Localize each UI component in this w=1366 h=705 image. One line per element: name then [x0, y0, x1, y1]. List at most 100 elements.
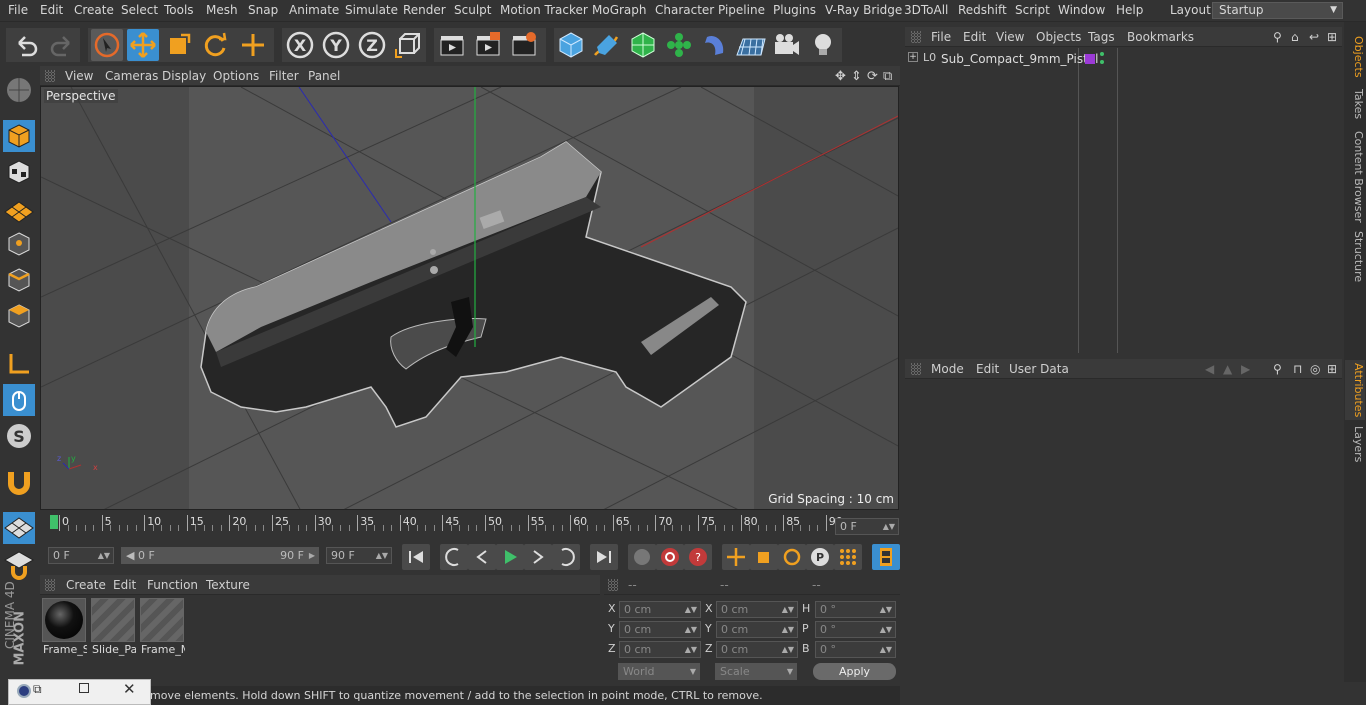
coord-position-field[interactable]: 0 cm ▲▼ — [619, 641, 701, 658]
menu-sculpt[interactable]: Sculpt — [454, 3, 491, 17]
record-active-button[interactable] — [628, 544, 656, 570]
material-menu-edit[interactable]: Edit — [113, 578, 136, 592]
workplane-mode-button[interactable] — [3, 192, 35, 224]
key-pla-button[interactable] — [834, 544, 862, 570]
end-frame-field[interactable]: 90 F ▲▼ — [326, 547, 392, 564]
key-parameter-button[interactable]: P — [806, 544, 834, 570]
deformer-button[interactable] — [699, 29, 731, 61]
menu-simulate[interactable]: Simulate — [345, 3, 398, 17]
menu-motion-tracker[interactable]: Motion Tracker — [500, 3, 588, 17]
viewport-menu-filter[interactable]: Filter — [269, 69, 299, 83]
object-menu-objects[interactable]: Objects — [1036, 30, 1081, 44]
scale-button[interactable] — [163, 29, 195, 61]
floor-button[interactable] — [735, 29, 767, 61]
restore-icon[interactable]: ⧉ — [33, 682, 42, 697]
coord-size-field[interactable]: 0 cm ▲▼ — [716, 601, 798, 618]
spinner-icon[interactable]: ▲▼ — [880, 642, 892, 657]
lock-icon[interactable]: ⊓ — [1293, 362, 1302, 376]
object-menu-file[interactable]: File — [931, 30, 951, 44]
autokey-button[interactable] — [656, 544, 684, 570]
attribute-menu-edit[interactable]: Edit — [976, 362, 999, 376]
keyframe-selection-button[interactable]: ? — [684, 544, 712, 570]
goto-end-button[interactable] — [590, 544, 618, 570]
viewport-maximize-icon[interactable]: ⧉ — [883, 69, 892, 84]
object-menu-bookmarks[interactable]: Bookmarks — [1127, 30, 1194, 44]
menu-vray-bridge[interactable]: V-Ray Bridge — [825, 3, 902, 17]
range-right-arrow-icon[interactable]: ▶ — [309, 548, 315, 563]
coord-position-field[interactable]: 0 cm ▲▼ — [619, 601, 701, 618]
menu-edit[interactable]: Edit — [40, 3, 63, 17]
spinner-icon[interactable]: ▲▼ — [782, 602, 794, 617]
viewport-nav-move-icon[interactable]: ✥ — [835, 69, 846, 84]
grip-icon[interactable] — [911, 363, 921, 375]
grip-icon[interactable] — [45, 70, 55, 82]
axis-mode-button[interactable] — [3, 348, 35, 380]
snap-button[interactable] — [3, 466, 35, 498]
menu-character[interactable]: Character — [655, 3, 714, 17]
viewport-nav-zoom-icon[interactable]: ⇕ — [851, 69, 862, 84]
rotate-button[interactable] — [199, 29, 231, 61]
material-tag-icon[interactable] — [1085, 54, 1095, 64]
viewport-menu-cameras[interactable]: Cameras — [105, 69, 158, 83]
menu-redshift[interactable]: Redshift — [958, 3, 1007, 17]
polygons-mode-button[interactable] — [3, 300, 35, 332]
prev-frame-button[interactable] — [468, 544, 496, 570]
maximize-icon[interactable] — [79, 683, 89, 693]
close-icon[interactable]: ✕ — [123, 680, 136, 698]
tab-structure[interactable]: Structure — [1345, 222, 1365, 292]
layout-select[interactable]: Startup ▼ — [1212, 2, 1343, 19]
editor-visibility-dot[interactable] — [1100, 52, 1104, 56]
viewport-menu-display[interactable]: Display — [162, 69, 206, 83]
spinner-icon[interactable]: ▲▼ — [685, 602, 697, 617]
coord-mode-select[interactable]: World ▼ — [618, 663, 700, 680]
subdivision-button[interactable] — [627, 29, 659, 61]
object-name[interactable]: Sub_Compact_9mm_Pistol — [941, 52, 1098, 66]
grip-icon[interactable] — [608, 579, 618, 591]
menu-help[interactable]: Help — [1116, 3, 1143, 17]
menu-file[interactable]: File — [8, 3, 28, 17]
viewport-nav-rotate-icon[interactable]: ⟳ — [867, 69, 878, 84]
spinner-icon[interactable]: ▲▼ — [98, 548, 110, 563]
render-settings-button[interactable] — [508, 29, 540, 61]
up-arrow-icon[interactable]: ▲ — [1223, 362, 1232, 376]
coord-rotation-field[interactable]: 0 ° ▲▼ — [815, 641, 896, 658]
attribute-menu-mode[interactable]: Mode — [931, 362, 964, 376]
render-visibility-dot[interactable] — [1100, 60, 1104, 64]
object-row[interactable]: + L0 Sub_Compact_9mm_Pistol — [905, 51, 1342, 69]
pen-spline-button[interactable] — [591, 29, 623, 61]
menu-script[interactable]: Script — [1015, 3, 1050, 17]
spinner-icon[interactable]: ▲▼ — [880, 602, 892, 617]
coord-rotation-field[interactable]: 0 ° ▲▼ — [815, 621, 896, 638]
menu-window[interactable]: Window — [1058, 3, 1105, 17]
menu-pipeline[interactable]: Pipeline — [718, 3, 765, 17]
material-swatch[interactable] — [140, 598, 184, 642]
search-icon[interactable]: ⚲ — [1273, 362, 1282, 376]
coord-size-field[interactable]: 0 cm ▲▼ — [716, 641, 798, 658]
material-menu-texture[interactable]: Texture — [206, 578, 250, 592]
redo-button[interactable] — [46, 29, 78, 61]
viewport-menu-panel[interactable]: Panel — [308, 69, 340, 83]
viewport-perspective[interactable]: y x z Perspective Grid Spacing : 10 cm — [40, 86, 899, 510]
menu-animate[interactable]: Animate — [289, 3, 339, 17]
tab-attributes[interactable]: Attributes — [1345, 360, 1365, 420]
key-scale-button[interactable] — [750, 544, 778, 570]
tweak-mode-button[interactable] — [3, 384, 35, 416]
coord-size-field[interactable]: 0 cm ▲▼ — [716, 621, 798, 638]
material-menu-create[interactable]: Create — [66, 578, 106, 592]
spinner-icon[interactable]: ▲▼ — [685, 622, 697, 637]
points-mode-button[interactable] — [3, 228, 35, 260]
tab-layers[interactable]: Layers — [1345, 422, 1365, 467]
new-panel-icon[interactable]: ⊞ — [1327, 362, 1337, 376]
texture-mode-button[interactable] — [3, 156, 35, 188]
object-menu-view[interactable]: View — [996, 30, 1024, 44]
live-selection-button[interactable] — [91, 29, 123, 61]
coord-position-field[interactable]: 0 cm ▲▼ — [619, 621, 701, 638]
search-icon[interactable]: ⚲ — [1273, 30, 1282, 44]
menu-3dtoall[interactable]: 3DToAll — [904, 3, 948, 17]
viewport-camera-label[interactable]: Perspective — [44, 89, 118, 103]
solo-button[interactable]: S — [3, 420, 35, 452]
range-left-arrow-icon[interactable]: ◀ — [126, 549, 138, 562]
start-frame-field[interactable]: 0 F ▲▼ — [48, 547, 114, 564]
spinner-icon[interactable]: ▲▼ — [782, 622, 794, 637]
home-icon[interactable]: ⌂ — [1291, 30, 1299, 44]
